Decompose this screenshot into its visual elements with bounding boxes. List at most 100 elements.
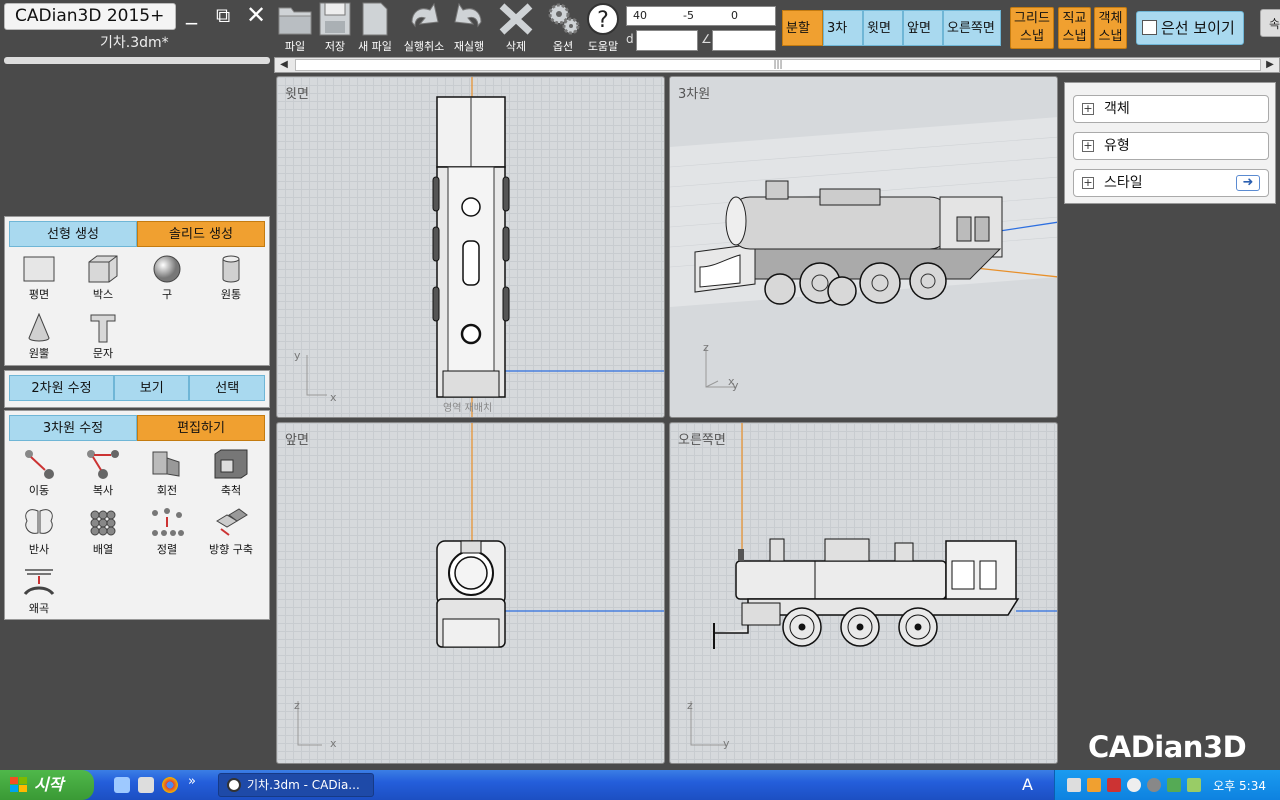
taskbar-item-cadian[interactable]: 기차.3dm - CADia... [218,773,374,797]
quicklaunch-overflow-icon[interactable]: » [188,774,196,789]
distance-input[interactable] [636,30,698,51]
coord-z: 0 [731,9,738,22]
rotate-tool[interactable]: 회전 [135,445,199,504]
array-tool[interactable]: 배열 [71,504,135,563]
tray-bluetooth-icon[interactable] [1147,778,1161,792]
new-file-label: 새 파일 [358,40,392,53]
style-section[interactable]: + 스타일 ➜ [1073,169,1269,197]
plane-tool[interactable]: 평면 [7,251,71,310]
viewport-right[interactable]: 오른쪽면 z y [669,422,1058,764]
tray-usb-icon[interactable] [1127,778,1141,792]
new-file-icon [362,2,388,36]
grid-snap-button[interactable]: 그리드 스냅 [1010,7,1054,49]
tab-3d[interactable]: 3차원 [823,10,863,72]
desktop-quicklaunch-icon[interactable] [114,777,130,793]
tab-edit[interactable]: 편집하기 [137,415,265,441]
tab-top[interactable]: 윗면 [863,10,903,46]
window-quicklaunch-icon[interactable] [138,777,154,793]
viewport-3d-title: 3차원 [678,87,711,102]
arrow-right-icon[interactable]: ➜ [1236,175,1260,191]
horizontal-scrollbar[interactable]: ◀ ||| ▶ [274,57,1280,73]
move-tool[interactable]: 이동 [7,445,71,504]
box-tool[interactable]: 박스 [71,251,135,310]
cylinder-icon [222,255,240,283]
plane-icon [23,256,55,282]
restore-button[interactable]: ⧉ [216,4,230,26]
grid-snap-line1: 그리드 [1014,11,1050,26]
delete-button[interactable]: 삭제 [494,2,538,54]
tray-clean-icon[interactable] [1187,778,1201,792]
orient-tool[interactable]: 방향 구축 [199,504,263,563]
cone-tool[interactable]: 원뿔 [7,310,71,369]
object-section-label: 객체 [1104,101,1130,117]
scroll-right-icon[interactable]: ▶ [1262,58,1278,72]
scroll-left-icon[interactable]: ◀ [276,58,292,72]
edge-button[interactable]: 속 [1260,9,1280,37]
tab-3d-modify[interactable]: 3차원 수정 [9,415,137,441]
object-section[interactable]: + 객체 [1073,95,1269,123]
tab-solid-create[interactable]: 솔리드 생성 [137,221,265,247]
cadian-logo: CADian3D [1088,730,1247,764]
hidden-line-toggle[interactable]: 은선 보이기 [1136,11,1244,45]
svg-text:?: ? [597,8,609,33]
chrome-quicklaunch-icon[interactable] [162,777,178,793]
coord-y: -5 [683,9,694,22]
undo-icon [411,2,439,28]
tray-network-icon[interactable] [1067,778,1081,792]
minimize-button[interactable]: _ [186,2,197,24]
align-tool[interactable]: 정렬 [135,504,199,563]
box-label: 박스 [92,288,114,301]
persp-axis-d: x [728,375,735,388]
viewport-front[interactable]: 앞면 z x [276,422,665,764]
scale-label: 축척 [220,484,242,497]
top-axis-h: x [330,391,337,404]
ortho-snap-button[interactable]: 직교 스냅 [1058,7,1091,49]
expand-icon[interactable]: + [1082,177,1094,189]
tab-split[interactable]: 분할 [782,10,823,46]
copy-tool[interactable]: 복사 [71,445,135,504]
redo-button[interactable]: 재실행 [447,2,491,54]
cadian-app-icon [227,778,241,792]
tab-linear-create[interactable]: 선형 생성 [9,221,137,247]
object-snap-button[interactable]: 객체 스냅 [1094,7,1127,49]
type-section[interactable]: + 유형 [1073,132,1269,160]
persp-axis-v: z [703,341,709,354]
scale-tool[interactable]: 축척 [199,445,263,504]
sphere-tool[interactable]: 구 [135,251,199,310]
folder-icon [278,7,312,35]
tab-select[interactable]: 선택 [189,375,265,401]
tray-update-icon[interactable] [1167,778,1181,792]
language-indicator[interactable]: A [1022,775,1033,794]
taskbar-item-label: 기차.3dm - CADia... [247,778,360,792]
tray-security-icon[interactable] [1107,778,1121,792]
cylinder-tool[interactable]: 원통 [199,251,263,310]
file-button[interactable]: 파일 [273,2,317,54]
viewport-3d[interactable]: 3차원 z y x [669,76,1058,418]
close-button[interactable]: ✕ [246,3,266,27]
coordinate-input[interactable]: 40 -5 0 [626,6,776,26]
scroll-thumb[interactable]: ||| [295,59,1261,71]
mirror-tool[interactable]: 반사 [7,504,71,563]
tab-right[interactable]: 오른쪽면 [943,10,1001,46]
tab-2d-modify[interactable]: 2차원 수정 [9,375,114,401]
expand-icon[interactable]: + [1082,140,1094,152]
text-tool[interactable]: 문자 [71,310,135,369]
start-button[interactable]: 시작 [0,770,94,800]
array-icon [90,510,116,536]
new-file-button[interactable]: 새 파일 [353,2,397,54]
tray-app-icon[interactable] [1087,778,1101,792]
save-button[interactable]: 저장 [313,2,357,54]
distort-tool[interactable]: 왜곡 [7,563,71,622]
options-button[interactable]: 옵션 [541,2,585,54]
undo-button[interactable]: 실행취소 [402,2,446,54]
tab-view[interactable]: 보기 [113,375,190,401]
text-label: 문자 [92,347,114,360]
viewport-top[interactable]: 윗면 y x 영역 재배치 [276,76,665,418]
angle-input[interactable] [712,30,776,51]
hidden-line-checkbox[interactable] [1142,20,1157,35]
tab-front[interactable]: 앞면 [903,10,943,46]
help-button[interactable]: ? 도움말 [581,2,625,54]
cylinder-label: 원통 [220,288,242,301]
redo-icon [454,2,482,28]
expand-icon[interactable]: + [1082,103,1094,115]
